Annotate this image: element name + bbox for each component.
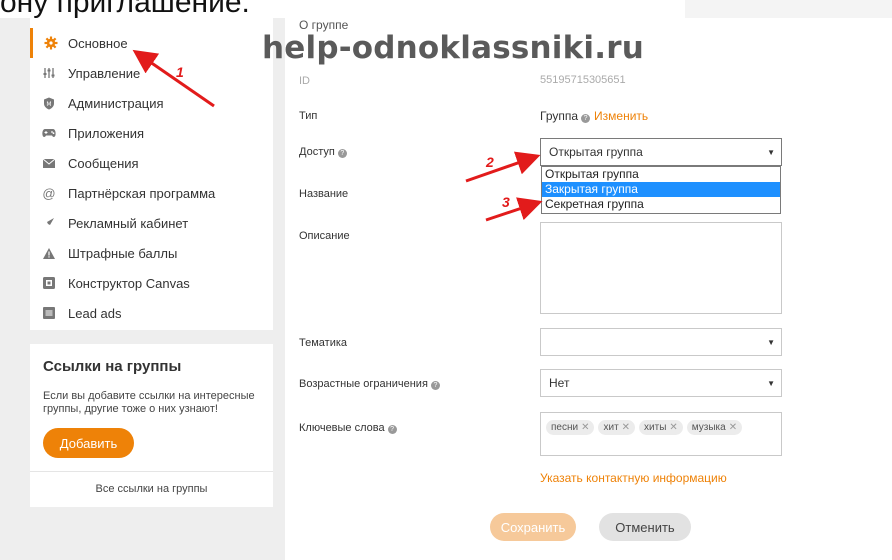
access-select[interactable]: Открытая группа ▼ [540, 138, 782, 166]
change-type-link[interactable]: Изменить [594, 109, 648, 123]
topic-select[interactable]: ▼ [540, 328, 782, 356]
help-icon[interactable]: ? [430, 381, 440, 390]
sidebar-item-label: Lead ads [68, 305, 122, 321]
description-label: Описание [299, 230, 350, 242]
annotation-number: 1 [176, 64, 184, 80]
help-icon[interactable]: ? [387, 425, 397, 434]
annotation-number: 2 [486, 154, 494, 170]
keywords-label-row: Ключевые слова? [299, 422, 397, 434]
page-caption: ону приглашение. [0, 0, 250, 19]
envelope-icon [30, 158, 68, 168]
group-type-value: Группа [540, 109, 579, 123]
age-select-value: Нет [549, 376, 570, 390]
access-label: Доступ [299, 146, 335, 158]
cancel-button[interactable]: Отменить [599, 513, 691, 541]
description-textarea[interactable] [540, 222, 782, 314]
megaphone-icon [30, 217, 68, 229]
sidebar-item-label: Конструктор Canvas [68, 275, 190, 291]
help-icon[interactable]: ? [337, 149, 347, 158]
sidebar-item-label: Рекламный кабинет [68, 215, 189, 231]
access-label-row: Доступ? [299, 146, 347, 158]
sidebar-item-penalties[interactable]: Штрафные баллы [30, 238, 273, 268]
group-links-description: Если вы добавите ссылки на интересные гр… [43, 390, 255, 415]
gear-icon [33, 36, 68, 50]
keyword-tag-label: музыка [691, 422, 726, 433]
access-select-value: Открытая группа [549, 145, 643, 159]
keyword-tag: музыка ✕ [686, 420, 743, 435]
age-label-row: Возрастные ограничения? [299, 378, 440, 390]
sidebar-item-manage[interactable]: Управление [30, 58, 273, 88]
keyword-tag-label: песни [551, 422, 579, 433]
annotation-number: 3 [502, 194, 510, 210]
top-strip-shade [685, 0, 892, 18]
at-icon: @ [42, 185, 56, 201]
sidebar-item-admins[interactable]: M Администрация [30, 88, 273, 118]
type-label: Тип [299, 110, 318, 122]
name-label: Название [299, 188, 349, 200]
caret-down-icon: ▼ [767, 379, 775, 388]
sidebar-item-lead-ads[interactable]: Lead ads [30, 298, 273, 328]
age-label: Возрастные ограничения [299, 378, 428, 390]
canvas-icon [30, 277, 68, 289]
age-select[interactable]: Нет ▼ [540, 369, 782, 397]
type-value-row: Группа? Изменить [540, 109, 648, 123]
sidebar-item-label: Партнёрская программа [68, 185, 216, 201]
access-option-secret[interactable]: Секретная группа [542, 197, 780, 212]
help-icon[interactable]: ? [581, 114, 591, 123]
group-links-card: Ссылки на группы Если вы добавите ссылки… [30, 344, 273, 507]
remove-tag-icon[interactable]: ✕ [729, 422, 737, 433]
access-option-closed[interactable]: Закрытая группа [542, 182, 780, 197]
warning-icon [30, 247, 68, 259]
remove-tag-icon[interactable]: ✕ [669, 422, 677, 433]
watermark: help-odnoklassniki.ru [262, 30, 644, 66]
sidebar-item-label: Администрация [68, 95, 164, 111]
keyword-tag: хит ✕ [598, 420, 636, 435]
sidebar-item-ads[interactable]: Рекламный кабинет [30, 208, 273, 238]
sidebar-item-messages[interactable]: Сообщения [30, 148, 273, 178]
keywords-label: Ключевые слова [299, 422, 385, 434]
keyword-tag-label: хиты [644, 422, 667, 433]
topic-label: Тематика [299, 337, 348, 349]
group-id-value: 55195715305651 [540, 74, 626, 86]
sidebar-item-label: Приложения [68, 125, 145, 141]
sliders-icon [30, 67, 68, 79]
group-settings-panel: О группе ID 55195715305651 Тип Группа? Из… [285, 18, 892, 560]
sidebar-menu: Основное Управление M Администрация Прил… [30, 18, 273, 330]
all-group-links-link[interactable]: Все ссылки на группы [30, 483, 273, 495]
svg-text:M: M [46, 100, 51, 107]
sidebar-item-canvas[interactable]: Конструктор Canvas [30, 268, 273, 298]
sidebar-item-apps[interactable]: Приложения [30, 118, 273, 148]
access-option-open[interactable]: Открытая группа [542, 167, 780, 182]
sidebar-item-label: Управление [68, 65, 141, 81]
sidebar-item-label: Штрафные баллы [68, 245, 178, 261]
sidebar-item-label: Сообщения [68, 155, 139, 171]
gamepad-icon [30, 128, 68, 138]
caret-down-icon: ▼ [767, 338, 775, 347]
keyword-tag-label: хит [603, 422, 619, 433]
remove-tag-icon[interactable]: ✕ [581, 422, 589, 433]
access-dropdown: Открытая группа Закрытая группа Секретна… [541, 166, 781, 214]
caret-down-icon: ▼ [767, 148, 775, 157]
divider [30, 471, 273, 472]
group-links-title: Ссылки на группы [43, 358, 182, 375]
shield-icon: M [30, 97, 68, 110]
sidebar-item-partner[interactable]: @ Партнёрская программа [30, 178, 273, 208]
sidebar-item-basic[interactable]: Основное [30, 28, 273, 58]
remove-tag-icon[interactable]: ✕ [622, 422, 630, 433]
keyword-tag: песни ✕ [546, 420, 595, 435]
add-link-button[interactable]: Добавить [43, 428, 134, 458]
contact-info-link[interactable]: Указать контактную информацию [540, 471, 727, 485]
keyword-tag: хиты ✕ [639, 420, 683, 435]
list-icon [30, 307, 68, 319]
sidebar-item-label: Основное [68, 35, 128, 51]
save-button[interactable]: Сохранить [490, 513, 576, 541]
keywords-input[interactable]: песни ✕ хит ✕ хиты ✕ музыка ✕ [540, 412, 782, 456]
id-label: ID [299, 75, 310, 87]
